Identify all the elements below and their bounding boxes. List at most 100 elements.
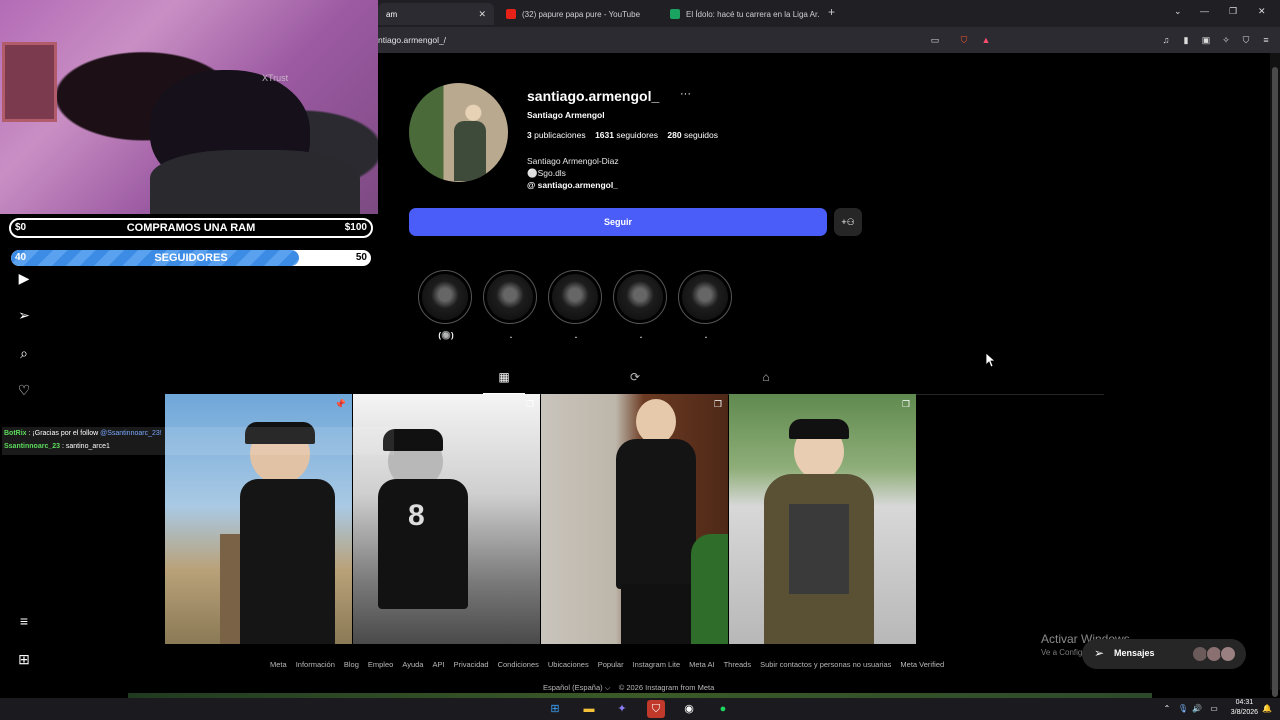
pinned-icon: 📌 (334, 399, 346, 409)
tab-instagram[interactable]: am ✕ (378, 3, 494, 25)
obs-icon[interactable]: ◉ (680, 700, 698, 718)
chair-brand: XTrust (262, 73, 289, 83)
scrollbar-thumb[interactable] (1272, 67, 1278, 697)
new-tab-button[interactable]: + (828, 5, 835, 19)
windows-taskbar: ⊞ ▬ ✦ ⛉ ◉ ● ⌃ 🎙 🔊 ▭ 04:31 3/8/2026 🔔 (0, 698, 1280, 720)
footer-link[interactable]: Ubicaciones (548, 660, 589, 669)
file-explorer-icon[interactable]: ▬ (580, 700, 598, 718)
brave-browser-icon[interactable]: ⛉ (647, 700, 665, 718)
goal-bar-followers: 40 SEGUIDORES 50 (9, 248, 373, 268)
footer-link[interactable]: Subir contactos y personas no usuarias (760, 660, 891, 669)
sidebar-icon[interactable]: ▮ (1180, 34, 1192, 46)
display-icon[interactable]: ▭ (1205, 700, 1223, 718)
suggested-users-icon[interactable]: +⚇ (834, 208, 862, 236)
profile-full-name: Santiago Armengol (527, 110, 605, 120)
volume-icon[interactable]: 🔊 (1188, 700, 1206, 718)
story-highlight[interactable] (613, 270, 667, 324)
apps-icon[interactable]: ⊞ (14, 649, 34, 669)
brave-shields-icon[interactable]: ⛉ (958, 34, 970, 46)
story-highlight-cover (487, 274, 533, 320)
story-highlight-cover (422, 274, 468, 320)
url-field[interactable]: ntiago.armengol_/ (378, 35, 446, 45)
footer-link[interactable]: Empleo (368, 660, 393, 669)
footer-link[interactable]: Meta (270, 660, 287, 669)
footer-link[interactable]: Meta Verified (900, 660, 944, 669)
tab-posts-grid-icon[interactable]: ▦ (496, 369, 512, 385)
tab-tagged-icon[interactable]: ⌂ (758, 369, 774, 385)
tab-youtube[interactable]: (32) papure papa pure - YouTube (498, 3, 658, 25)
app-icon[interactable]: ✦ (613, 700, 631, 718)
footer-link[interactable]: Ayuda (402, 660, 423, 669)
cast-icon[interactable]: ▭ (929, 34, 941, 46)
chat-separator: : (61, 443, 64, 450)
chat-message: BotRix : ¡Gracias por el follow @Ssantin… (4, 427, 394, 440)
following-count[interactable]: 280 (667, 130, 681, 140)
avatar-figure (454, 121, 486, 181)
threads-link[interactable]: @ santiago.armengol_ (527, 179, 619, 191)
vpn-icon[interactable]: ⛉ (1240, 34, 1252, 46)
footer-link[interactable]: Privacidad (454, 660, 489, 669)
profile-options-icon[interactable]: ··· (680, 88, 691, 100)
language-select[interactable]: Español (España) ⌵ (543, 683, 610, 692)
close-window-button[interactable]: ✕ (1258, 6, 1266, 17)
footer-link[interactable]: API (432, 660, 444, 669)
story-highlight[interactable] (548, 270, 602, 324)
youtube-icon (506, 9, 516, 19)
page-scrollbar[interactable] (1270, 53, 1280, 697)
more-menu-icon[interactable]: ≡ (14, 611, 34, 631)
wallet-icon[interactable]: ▣ (1200, 34, 1212, 46)
footer-link[interactable]: Meta AI (689, 660, 714, 669)
clock-time: 04:31 (1235, 699, 1254, 706)
footer-link[interactable]: Popular (598, 660, 624, 669)
footer-link[interactable]: Instagram Lite (633, 660, 681, 669)
site-icon (670, 9, 680, 19)
story-highlight-label: . (704, 331, 708, 340)
webcam-overlay: XTrust (0, 0, 378, 214)
search-icon[interactable]: ⌕ (14, 343, 34, 363)
menu-icon[interactable]: ≡ (1260, 34, 1272, 46)
chat-text: santino_arce1 (65, 443, 110, 450)
footer-link[interactable]: Threads (724, 660, 752, 669)
media-icon[interactable]: ♫ (1160, 34, 1172, 46)
brave-rewards-icon[interactable]: ▲ (980, 34, 992, 46)
threads-handle: santiago.armengol_ (537, 180, 618, 190)
notification-bell-icon[interactable]: 🔔 (1258, 700, 1276, 718)
tab-list-chevron-icon[interactable]: ⌄ (1174, 6, 1182, 17)
tab-el-idolo[interactable]: El Ídolo: hacé tu carrera en la Liga Ar.… (662, 3, 820, 25)
followers-count[interactable]: 1631 (595, 130, 614, 140)
chat-text: ¡Gracias por el follow (32, 430, 101, 437)
taskbar-clock[interactable]: 04:31 3/8/2026 (1231, 698, 1258, 718)
minimize-button[interactable]: — (1200, 6, 1209, 16)
story-highlight-label: (🔘) (438, 331, 454, 340)
story-highlight[interactable] (418, 270, 472, 324)
story-highlight[interactable] (678, 270, 732, 324)
profile-username: santiago.armengol_ (527, 88, 660, 104)
screen: am ✕ (32) papure papa pure - YouTube El … (0, 0, 1280, 720)
story-highlight-label: . (509, 331, 513, 340)
maximize-button[interactable]: ❐ (1229, 6, 1237, 17)
following-label[interactable]: seguidos (684, 130, 718, 140)
direct-message-icon: ➢ (1094, 646, 1105, 660)
post-thumbnail[interactable]: ❐ (541, 394, 728, 644)
tab-title: (32) papure papa pure - YouTube (522, 9, 641, 19)
footer-link[interactable]: Información (296, 660, 335, 669)
spotify-icon[interactable]: ● (714, 700, 732, 718)
notifications-heart-icon[interactable]: ♡ (14, 380, 34, 400)
tab-close-icon[interactable]: ✕ (478, 9, 486, 20)
tab-reposts-icon[interactable]: ⟳ (627, 369, 643, 385)
leo-icon[interactable]: ✧ (1220, 34, 1232, 46)
footer-link[interactable]: Condiciones (498, 660, 539, 669)
avatar (1220, 646, 1236, 662)
post-thumbnail[interactable]: ❐ (729, 394, 916, 644)
followers-label[interactable]: seguidores (616, 130, 658, 140)
story-highlight-cover (682, 274, 728, 320)
story-highlight[interactable] (483, 270, 537, 324)
footer-link[interactable]: Blog (344, 660, 359, 669)
start-windows-icon[interactable]: ⊞ (546, 700, 564, 718)
reels-icon[interactable]: ▶ (14, 268, 34, 288)
profile-avatar[interactable] (409, 83, 508, 182)
messages-button[interactable]: ➢ Mensajes (1082, 639, 1246, 669)
follow-button[interactable]: Seguir (409, 208, 827, 236)
messages-icon[interactable]: ➢ (14, 305, 34, 325)
posts-label: publicaciones (534, 130, 586, 140)
